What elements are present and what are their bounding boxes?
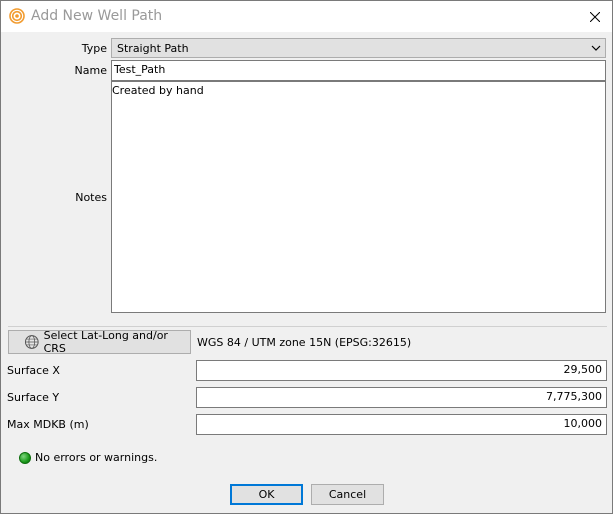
max-mdkb-value: 10,000: [563, 417, 603, 430]
max-mdkb-label: Max MDKB (m): [7, 418, 89, 431]
add-well-path-dialog: Add New Well Path Type Straight Path Nam…: [0, 0, 613, 514]
chevron-down-icon: [591, 45, 601, 51]
surface-y-label: Surface Y: [7, 391, 60, 404]
close-x-icon: [590, 11, 600, 22]
status-ok-icon: [19, 452, 31, 464]
surface-y-input[interactable]: 7,775,300: [196, 387, 607, 408]
close-button[interactable]: [578, 1, 612, 32]
surface-x-value: 29,500: [563, 363, 603, 376]
target-rings-icon: [9, 8, 25, 24]
dialog-title: Add New Well Path: [31, 8, 163, 24]
name-input[interactable]: Test_Path: [111, 60, 606, 81]
surface-x-label: Surface X: [7, 364, 60, 377]
ok-button-label: OK: [258, 488, 275, 501]
status-text: No errors or warnings.: [35, 451, 158, 464]
cancel-button-label: Cancel: [328, 488, 367, 501]
type-select-value: Straight Path: [117, 42, 189, 55]
surface-x-input[interactable]: 29,500: [196, 360, 607, 381]
notes-label: Notes: [75, 191, 107, 204]
select-crs-button[interactable]: Select Lat-Long and/or CRS: [8, 329, 191, 355]
notes-textarea-value: Created by hand: [112, 84, 204, 97]
surface-y-value: 7,775,300: [546, 390, 602, 403]
name-input-value: Test_Path: [114, 63, 166, 76]
cancel-button[interactable]: Cancel: [311, 484, 384, 505]
max-mdkb-input[interactable]: 10,000: [196, 414, 607, 435]
globe-grid-icon: [24, 335, 39, 349]
notes-textarea[interactable]: Created by hand: [111, 81, 606, 313]
separator: [8, 326, 607, 327]
select-crs-button-label: Select Lat-Long and/or CRS: [43, 329, 168, 355]
title-bar: Add New Well Path: [1, 1, 612, 32]
type-select[interactable]: Straight Path: [111, 38, 606, 58]
ok-button[interactable]: OK: [230, 484, 303, 505]
type-label: Type: [81, 42, 107, 55]
name-label: Name: [74, 64, 107, 77]
crs-value: WGS 84 / UTM zone 15N (EPSG:32615): [197, 336, 412, 349]
